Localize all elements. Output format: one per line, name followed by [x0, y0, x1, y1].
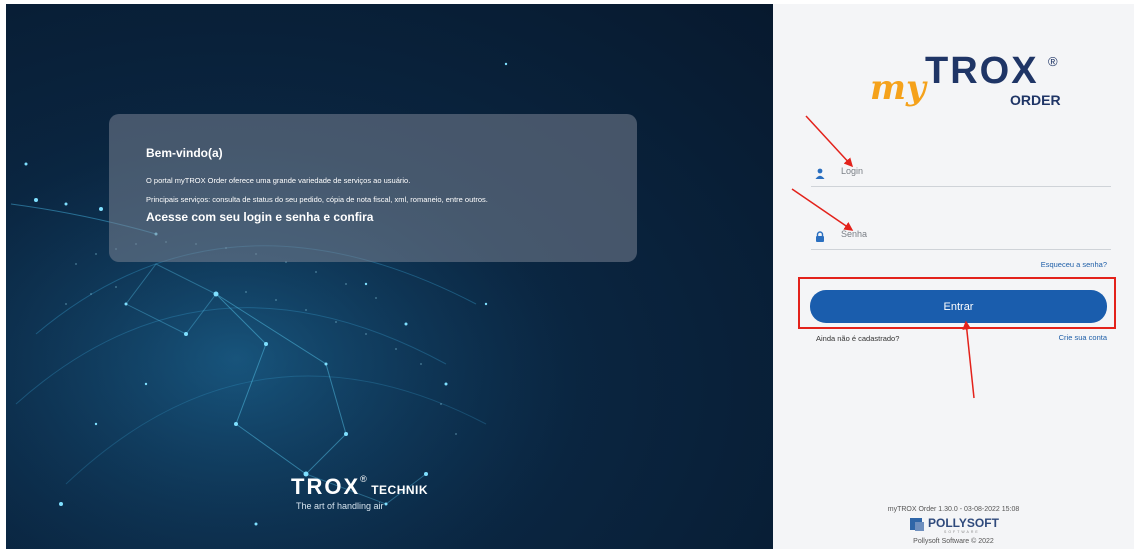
- forgot-password-link[interactable]: Esqueceu a senha?: [1041, 260, 1107, 269]
- trox-tagline: The art of handling air: [296, 501, 384, 511]
- version-text: myTROX Order 1.30.0 - 03-08-2022 15:08: [887, 506, 1020, 513]
- login-page: Bem-vindo(a) O portal myTROX Order ofere…: [6, 4, 1134, 549]
- welcome-title: Bem-vindo(a): [146, 146, 223, 160]
- welcome-card: Bem-vindo(a) O portal myTROX Order ofere…: [109, 114, 637, 262]
- password-input[interactable]: [841, 229, 1101, 239]
- lock-icon: [816, 231, 824, 242]
- trox-logo-reg: ®: [360, 474, 367, 484]
- welcome-description: O portal myTROX Order oferece uma grande…: [146, 176, 411, 185]
- user-icon: [815, 168, 825, 179]
- logo-order: ORDER: [1010, 92, 1061, 108]
- create-account-link[interactable]: Crie sua conta: [1059, 333, 1107, 342]
- logo-trox: TROX: [925, 50, 1039, 92]
- welcome-cta: Acesse com seu login e senha e confira: [146, 210, 374, 224]
- network-globe-background: [6, 4, 773, 549]
- pollysoft-mark-icon-secondary: [915, 522, 924, 531]
- register-prompt: Ainda não é cadastrado?: [816, 334, 900, 343]
- login-input[interactable]: [841, 166, 1101, 176]
- pollysoft-sub: SOFTWARE: [944, 530, 980, 534]
- pollysoft-name: POLLYSOFT: [928, 516, 999, 530]
- logo-my: my: [870, 68, 926, 108]
- trox-technik-logo: TROX® TECHNIK The art of handling air: [291, 474, 428, 511]
- password-field: [811, 226, 1111, 250]
- trox-logo-text: TROX: [291, 474, 361, 499]
- mytrox-order-logo: my TROX ® ORDER: [870, 50, 1070, 110]
- login-field: [811, 163, 1111, 187]
- copyright-text: Pollysoft Software © 2022: [913, 538, 994, 545]
- logo-reg: ®: [1048, 54, 1058, 69]
- trox-logo-technik: TECHNIK: [371, 483, 429, 497]
- welcome-services: Principais serviços: consulta de status …: [146, 195, 488, 204]
- login-submit-button[interactable]: Entrar: [810, 290, 1107, 323]
- hero-panel: Bem-vindo(a) O portal myTROX Order ofere…: [6, 4, 773, 549]
- login-panel: my TROX ® ORDER Esqueceu a senha? Entrar…: [773, 4, 1134, 549]
